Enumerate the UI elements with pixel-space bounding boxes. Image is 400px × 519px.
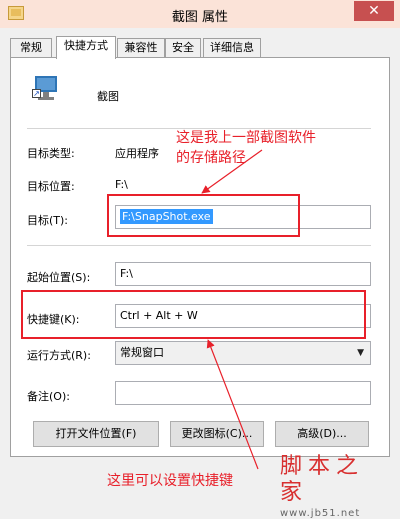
target-type-label: 目标类型: bbox=[27, 147, 75, 160]
tab-compatibility[interactable]: 兼容性 bbox=[117, 38, 165, 58]
run-dropdown-value: 常规窗口 bbox=[120, 346, 164, 359]
annotation-bottom: 这里可以设置快捷键 bbox=[107, 473, 233, 489]
tab-security[interactable]: 安全 bbox=[165, 38, 201, 58]
run-dropdown[interactable]: 常规窗口 ▼ bbox=[115, 341, 371, 365]
open-file-location-button[interactable]: 打开文件位置(F) bbox=[33, 421, 159, 447]
close-button[interactable]: ✕ bbox=[354, 1, 394, 21]
tab-general[interactable]: 常规 bbox=[10, 38, 52, 58]
shortcut-app-icon: ↗ bbox=[32, 74, 59, 102]
tab-details[interactable]: 详细信息 bbox=[203, 38, 261, 58]
target-highlight-box bbox=[107, 194, 300, 237]
comment-label: 备注(O): bbox=[27, 390, 70, 403]
window-title: 截图 属性 bbox=[171, 10, 229, 25]
app-name: 截图 bbox=[97, 90, 119, 103]
annotation-top-line2: 的存储路径 bbox=[176, 150, 246, 166]
start-in-label: 起始位置(S): bbox=[27, 271, 91, 284]
watermark-text: 脚本之家 bbox=[280, 454, 365, 505]
target-label: 目标(T): bbox=[27, 214, 69, 227]
start-in-field[interactable]: F:\ bbox=[115, 262, 371, 286]
annotation-top-line1: 这是我上一部截图软件 bbox=[176, 130, 316, 146]
watermark-url: www.jb51.net bbox=[280, 508, 361, 519]
chevron-down-icon: ▼ bbox=[357, 348, 364, 358]
change-icon-button[interactable]: 更改图标(C)... bbox=[170, 421, 264, 447]
title-bar: 截图 属性 ✕ bbox=[0, 0, 400, 28]
run-label: 运行方式(R): bbox=[27, 349, 91, 362]
tab-strip: 常规 快捷方式 兼容性 安全 详细信息 bbox=[10, 36, 390, 59]
target-location-value: F:\ bbox=[115, 178, 128, 191]
watermark: 脚本之家 www.jb51.net bbox=[280, 454, 390, 519]
shortcut-highlight-box bbox=[21, 290, 366, 339]
advanced-button[interactable]: 高级(D)... bbox=[275, 421, 369, 447]
target-location-label: 目标位置: bbox=[27, 180, 75, 193]
comment-field[interactable] bbox=[115, 381, 371, 405]
tab-shortcut[interactable]: 快捷方式 bbox=[56, 36, 116, 59]
target-type-value: 应用程序 bbox=[115, 147, 159, 160]
separator bbox=[27, 245, 371, 246]
